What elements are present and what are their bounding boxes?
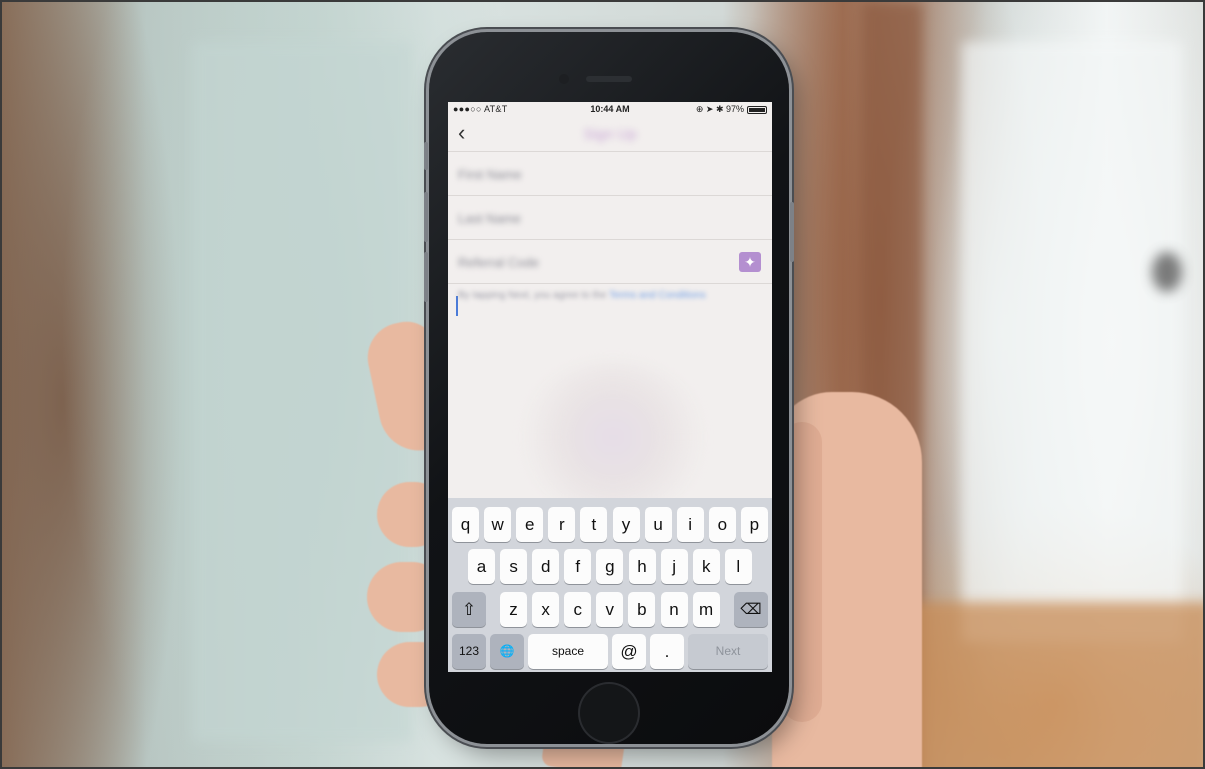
key-o[interactable]: o <box>708 507 736 542</box>
key-a[interactable]: a <box>468 549 495 584</box>
volume-down-button <box>424 252 428 302</box>
app-screen: ●●●○○ AT&T 10:44 AM ⊕ ➤ ✱ 97% ‹ Sign Up … <box>448 102 772 672</box>
referral-code-row: ✦ <box>448 240 772 284</box>
referral-code-field[interactable] <box>458 252 718 272</box>
key-r[interactable]: r <box>548 507 576 542</box>
key-d[interactable]: d <box>532 549 560 584</box>
at-key[interactable]: @ <box>612 634 646 669</box>
first-name-row <box>448 152 772 196</box>
key-v[interactable]: v <box>596 592 624 627</box>
terms-notice: By tapping Next, you agree to the Terms … <box>458 290 748 302</box>
shift-key[interactable]: ⇧ <box>452 592 486 627</box>
key-u[interactable]: u <box>644 507 672 542</box>
earpiece-speaker <box>586 76 632 82</box>
key-m[interactable]: m <box>692 592 720 627</box>
background-photo: ●●●○○ AT&T 10:44 AM ⊕ ➤ ✱ 97% ‹ Sign Up … <box>0 0 1205 769</box>
power-button <box>790 202 794 262</box>
key-n[interactable]: n <box>660 592 688 627</box>
status-bar: ●●●○○ AT&T 10:44 AM ⊕ ➤ ✱ 97% <box>448 102 772 116</box>
key-g[interactable]: g <box>596 549 624 584</box>
door-knob <box>1152 252 1182 292</box>
key-p[interactable]: p <box>740 507 768 542</box>
key-e[interactable]: e <box>516 507 544 542</box>
first-name-field[interactable] <box>458 164 718 184</box>
on-screen-keyboard: qwertyuiop asdfghjkl zxcvbnm ⇧ ⌫ 123 🌐 s… <box>448 498 772 672</box>
key-b[interactable]: b <box>628 592 656 627</box>
period-key[interactable]: . <box>650 634 684 669</box>
smartphone: ●●●○○ AT&T 10:44 AM ⊕ ➤ ✱ 97% ‹ Sign Up … <box>424 32 794 744</box>
key-x[interactable]: x <box>532 592 560 627</box>
window-light <box>962 42 1182 642</box>
background-blur <box>518 362 708 512</box>
gift-icon[interactable]: ✦ <box>739 252 761 272</box>
delete-key[interactable]: ⌫ <box>734 592 768 627</box>
key-t[interactable]: t <box>580 507 608 542</box>
key-z[interactable]: z <box>500 592 527 627</box>
terms-text: By tapping Next, you agree to the <box>458 290 610 301</box>
last-name-field[interactable] <box>458 208 718 228</box>
front-camera <box>559 74 569 84</box>
page-title: Sign Up <box>583 126 637 143</box>
key-i[interactable]: i <box>676 507 704 542</box>
globe-icon[interactable]: 🌐 <box>490 634 524 669</box>
terms-link[interactable]: Terms and Conditions <box>609 290 706 301</box>
numbers-key[interactable]: 123 <box>452 634 486 669</box>
floor <box>882 602 1203 767</box>
battery-level <box>749 108 765 112</box>
key-w[interactable]: w <box>484 507 512 542</box>
key-j[interactable]: j <box>660 549 688 584</box>
navigation-bar: ‹ Sign Up <box>448 116 772 152</box>
home-button[interactable] <box>578 682 640 744</box>
space-key[interactable]: space <box>528 634 608 669</box>
key-q[interactable]: q <box>452 507 479 542</box>
next-button[interactable]: Next <box>688 634 768 669</box>
mute-switch <box>424 142 428 170</box>
key-c[interactable]: c <box>564 592 592 627</box>
key-y[interactable]: y <box>612 507 640 542</box>
volume-up-button <box>424 192 428 242</box>
last-name-row <box>448 196 772 240</box>
key-s[interactable]: s <box>500 549 528 584</box>
key-f[interactable]: f <box>564 549 592 584</box>
key-h[interactable]: h <box>628 549 656 584</box>
key-l[interactable]: l <box>724 549 752 584</box>
status-icons: ⊕ ➤ ✱ 97% <box>695 104 744 114</box>
battery-icon <box>747 106 767 114</box>
key-k[interactable]: k <box>692 549 720 584</box>
